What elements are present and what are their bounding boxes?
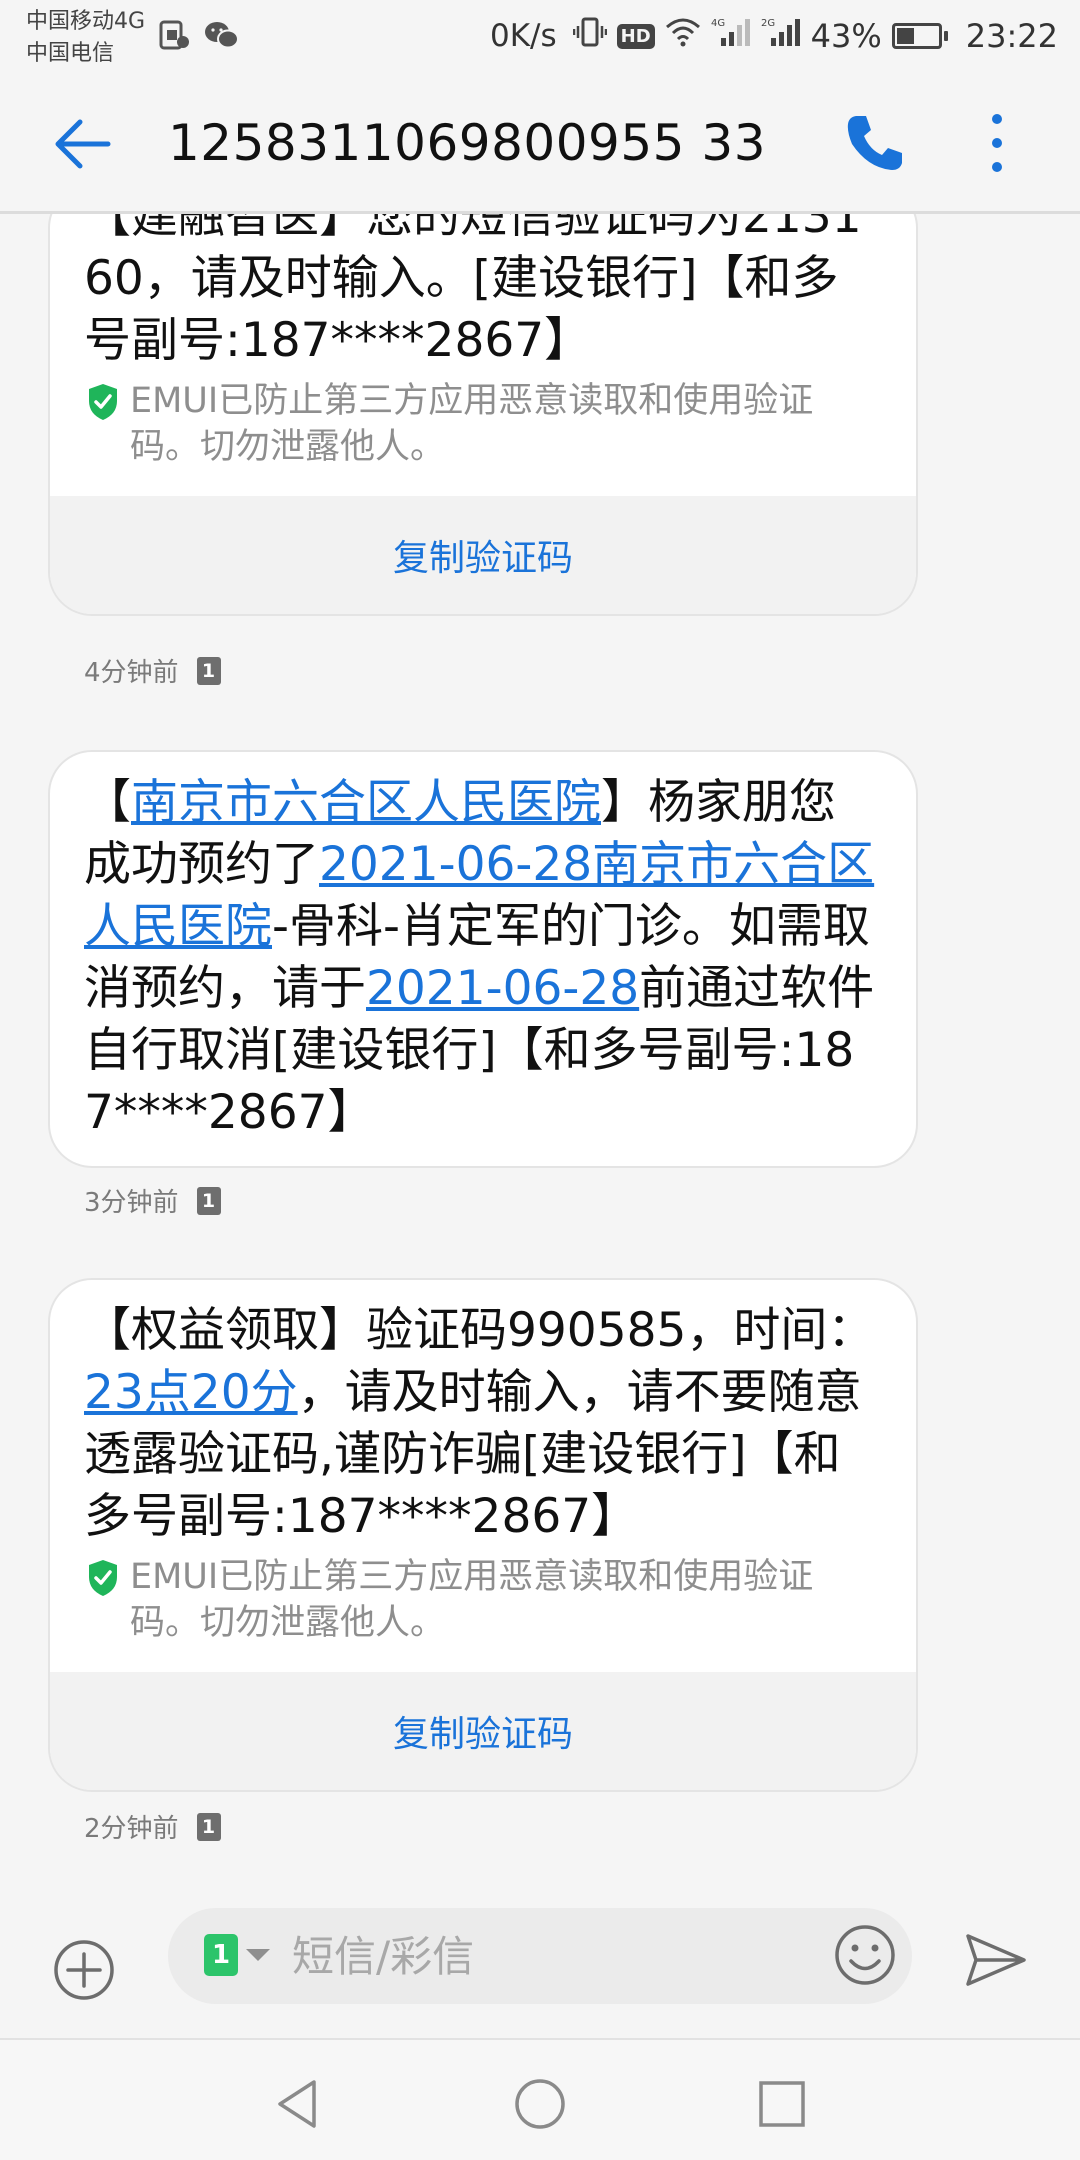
contact-number: 1258311069800955 33	[168, 114, 767, 172]
send-button[interactable]	[964, 1932, 1028, 1988]
emoji-icon	[835, 1925, 895, 1985]
sim-badge: 1	[196, 1812, 221, 1841]
message-time: 4分钟前	[84, 658, 179, 688]
message-meta: 4分钟前 1	[84, 652, 221, 689]
cancel-date-link[interactable]: 2021-06-28	[366, 961, 639, 1016]
nav-home-icon	[515, 2079, 565, 2129]
phone-icon	[847, 116, 902, 170]
signal-2g-icon: 2G	[761, 16, 801, 56]
nav-home-button[interactable]	[510, 2074, 570, 2134]
message-time: 2分钟前	[84, 1814, 179, 1844]
sim-selector[interactable]: 1	[204, 1934, 270, 1976]
message-text: 【	[84, 775, 131, 830]
shield-check-icon	[89, 384, 117, 420]
message-meta: 3分钟前 1	[84, 1182, 221, 1219]
svg-text:4G: 4G	[711, 18, 725, 29]
chevron-down-icon	[246, 1949, 270, 1961]
conversation-header: 1258311069800955 33	[0, 72, 1080, 214]
notification-icons	[158, 20, 239, 50]
hospital-link[interactable]: 南京市六合区人民医院	[131, 775, 601, 830]
message-body: 【权益领取】验证码990585，时间：23点20分，请及时输入，请不要随意透露验…	[50, 1280, 916, 1548]
nav-back-button[interactable]	[268, 2074, 328, 2134]
sim-notification-icon	[158, 20, 190, 50]
message-time: 3分钟前	[84, 1188, 179, 1218]
sim-badge: 1	[196, 1186, 221, 1215]
add-circle-icon	[54, 1940, 114, 2000]
system-nav-bar	[0, 2038, 1080, 2160]
svg-text:2G: 2G	[761, 18, 775, 29]
nav-recents-icon	[759, 2081, 805, 2127]
security-note: EMUI已防止第三方应用恶意读取和使用验证码。切勿泄露他人。	[50, 1548, 916, 1646]
security-note-text: EMUI已防止第三方应用恶意读取和使用验证码。切勿泄露他人。	[130, 381, 814, 467]
more-options-button[interactable]	[980, 110, 1014, 176]
copy-code-button[interactable]: 复制验证码	[393, 529, 573, 581]
carrier-1: 中国移动4G	[26, 9, 146, 34]
copy-code-button[interactable]: 复制验证码	[393, 1705, 573, 1757]
battery-icon	[891, 23, 948, 49]
message-bubble[interactable]: 【南京市六合区人民医院】杨家朋您成功预约了2021-06-28南京市六合区人民医…	[48, 750, 918, 1168]
message-list[interactable]: 【建融智医】您的短信验证码为213160，请及时输入。[建设银行]【和多号副号:…	[0, 214, 1080, 1908]
message-bubble[interactable]: 【权益领取】验证码990585，时间：23点20分，请及时输入，请不要随意透露验…	[48, 1278, 918, 1792]
call-button[interactable]	[842, 110, 908, 176]
message-meta: 2分钟前 1	[84, 1808, 221, 1845]
vibrate-icon	[572, 16, 607, 56]
shield-check-icon	[89, 1560, 117, 1596]
send-icon	[966, 1934, 1026, 1986]
emoji-button[interactable]	[832, 1922, 898, 1988]
message-body: 【南京市六合区人民医院】杨家朋您成功预约了2021-06-28南京市六合区人民医…	[50, 752, 916, 1166]
message-input-area: 1	[168, 1908, 912, 2004]
message-text: 【权益领取】验证码990585，时间：	[84, 1303, 875, 1358]
more-vert-icon	[992, 114, 1002, 172]
back-arrow-icon	[55, 119, 111, 169]
wifi-icon	[665, 17, 701, 55]
message-body: 【建融智医】您的短信验证码为213160，请及时输入。[建设银行]【和多号副号:…	[50, 214, 916, 372]
wechat-icon	[204, 20, 239, 50]
hd-badge: HD	[616, 23, 655, 49]
composer: 1	[0, 1908, 1080, 2038]
copy-code-area: 复制验证码	[50, 1672, 916, 1790]
back-button[interactable]	[50, 112, 114, 176]
message-input[interactable]	[292, 1926, 752, 1986]
net-speed: 0K/s	[489, 18, 557, 54]
sim-card-icon: 1	[204, 1934, 238, 1976]
message-text: 【建融智医】您的短信验证码为213160，请及时输入。[建设银行]【和多号副号:…	[84, 214, 862, 368]
sim-badge: 1	[196, 656, 221, 685]
add-attachment-button[interactable]	[52, 1938, 116, 2002]
security-note-text: EMUI已防止第三方应用恶意读取和使用验证码。切勿泄露他人。	[130, 1557, 814, 1643]
status-bar: 中国移动4G 中国电信 0K/s HD 4G 2G 43% 23:22	[0, 0, 1080, 72]
clock: 23:22	[965, 17, 1058, 55]
nav-recents-button[interactable]	[752, 2074, 812, 2134]
carrier-2: 中国电信	[26, 41, 115, 66]
message-bubble[interactable]: 【建融智医】您的短信验证码为213160，请及时输入。[建设银行]【和多号副号:…	[48, 214, 918, 616]
copy-code-area: 复制验证码	[50, 496, 916, 614]
battery-percent: 43%	[810, 17, 882, 55]
nav-back-icon	[278, 2080, 316, 2128]
time-link[interactable]: 23点20分	[84, 1365, 298, 1420]
security-note: EMUI已防止第三方应用恶意读取和使用验证码。切勿泄露他人。	[50, 372, 916, 470]
status-right: 0K/s HD 4G 2G 43% 23:22	[490, 14, 1058, 58]
signal-4g-icon: 4G	[711, 16, 751, 56]
carrier-info: 中国移动4G 中国电信	[26, 6, 145, 70]
